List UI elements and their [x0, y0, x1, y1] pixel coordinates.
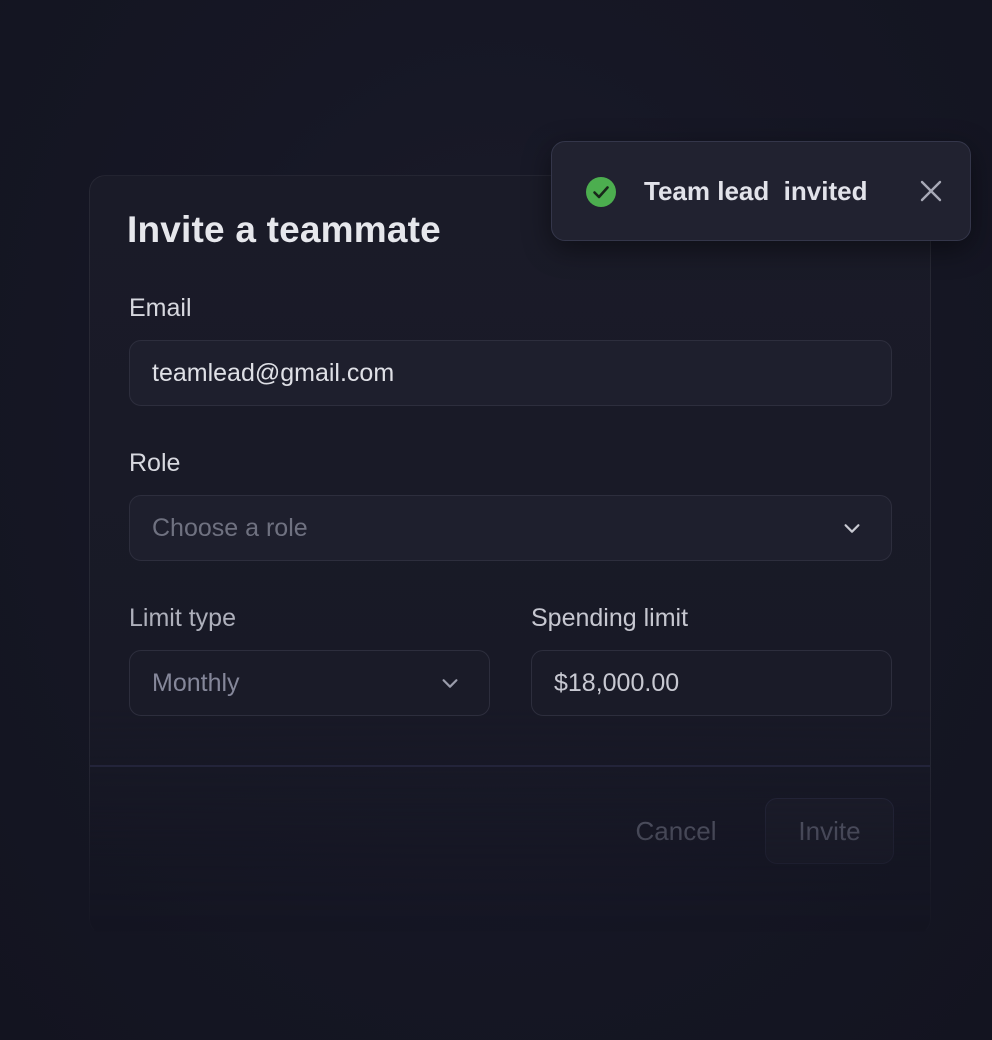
email-label: Email [129, 294, 192, 322]
role-placeholder: Choose a role [152, 513, 308, 542]
success-toast: Team lead invited [551, 141, 971, 241]
check-circle-icon [586, 177, 616, 207]
limit-type-label: Limit type [129, 604, 236, 632]
email-field[interactable]: teamlead@gmail.com [129, 340, 892, 406]
invite-modal: Invite a teammate Email teamlead@gmail.c… [89, 175, 931, 935]
footer-divider [90, 765, 930, 767]
invite-button[interactable]: Invite [765, 798, 894, 864]
email-value: teamlead@gmail.com [152, 358, 395, 387]
limit-type-select[interactable]: Monthly [129, 650, 490, 716]
limit-type-value: Monthly [152, 668, 240, 697]
chevron-down-icon [844, 524, 860, 533]
role-select[interactable]: Choose a role [129, 495, 892, 561]
spending-limit-field[interactable]: $18,000.00 [531, 650, 892, 716]
toast-message: Team lead invited [644, 176, 868, 206]
modal-title: Invite a teammate [127, 209, 441, 250]
chevron-down-icon [442, 679, 458, 688]
cancel-button[interactable]: Cancel [621, 798, 731, 864]
role-label: Role [129, 449, 181, 477]
spending-limit-value: $18,000.00 [554, 668, 680, 697]
spending-limit-label: Spending limit [531, 604, 689, 632]
close-icon[interactable] [918, 178, 944, 204]
